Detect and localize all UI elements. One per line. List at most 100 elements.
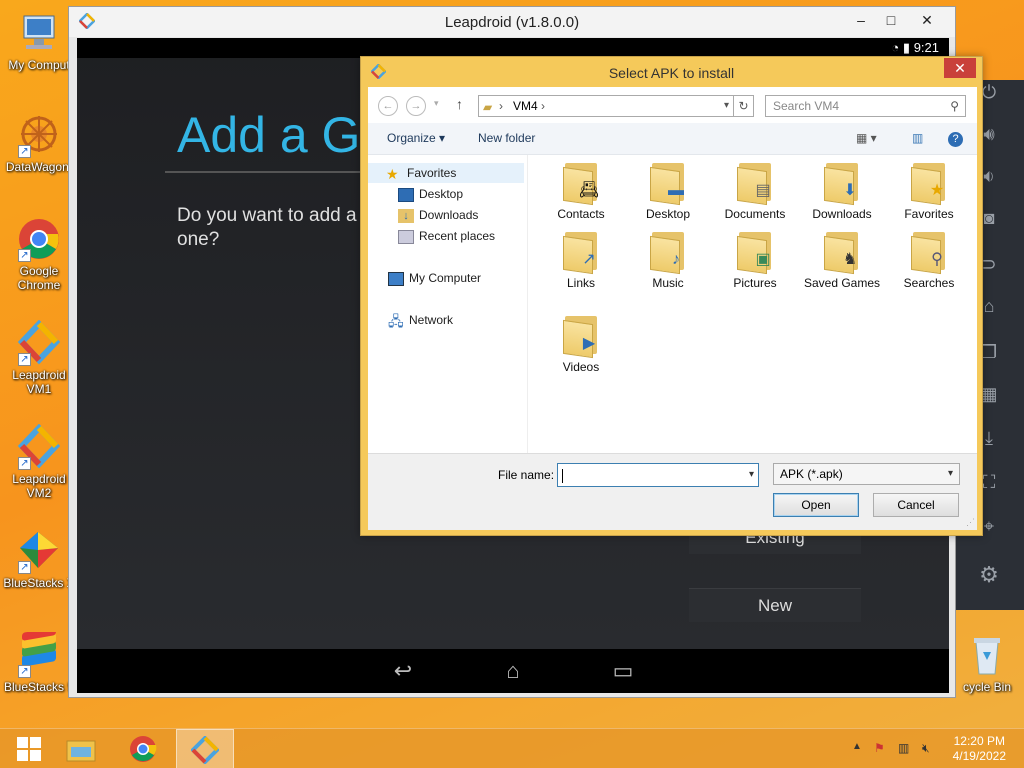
desktop-icon-chrome[interactable]: ↗ Google Chrome [0,216,78,292]
refresh-button[interactable]: ↻ [734,95,754,117]
tree-item-recent-places[interactable]: Recent places [398,226,495,246]
system-clock[interactable]: 12:20 PM 4/19/2022 [953,734,1006,764]
battery-icon: ▮ [902,40,911,55]
folder-item-downloads[interactable]: ⬇ Downloads [799,159,885,221]
leapdroid-icon [190,735,220,765]
tree-item-favorites[interactable]: ★ Favorites [368,163,524,183]
preview-pane-icon[interactable]: ▥ [912,131,923,145]
music-folder-icon: ♪ [672,251,680,268]
search-icon: ⚲ [950,99,959,113]
taskbar-chrome[interactable] [114,729,172,768]
organize-button[interactable]: Organize ▾ [387,131,445,145]
pictures-folder-icon: ▣ [755,251,771,268]
settings-gear-icon[interactable]: ⚙ [974,562,1004,588]
folder-icon: ▰ [483,100,493,114]
address-dropdown-icon[interactable]: ▾ [724,96,729,116]
start-button[interactable] [0,729,58,768]
links-folder-icon: ↗ [582,251,596,268]
back-arrow-icon[interactable]: ← [378,96,398,116]
dialog-close-button[interactable]: ✕ [944,58,976,78]
folder-item-videos[interactable]: ▶ Videos [538,312,624,374]
dialog-title: Select APK to install [608,65,735,81]
tree-item-desktop[interactable]: Desktop [398,184,463,204]
filetype-select[interactable]: APK (*.apk) ▾ [773,463,960,485]
folder-label: Favorites [904,207,954,221]
taskbar-file-explorer[interactable] [52,729,110,768]
up-arrow-icon[interactable]: ↑ [456,96,463,112]
folder-item-desktop[interactable]: ▬ Desktop [625,159,711,221]
folder-label: Contacts [557,207,605,221]
view-options-icon[interactable]: ▦ ▾ [856,131,877,145]
videos-folder-icon: ▶ [582,335,596,352]
recent-locations-chevron-icon[interactable]: ▾ [434,98,439,109]
desktop-icon-bluestacks-x[interactable]: ↗ BlueStacks X [0,528,78,590]
taskbar-leapdroid[interactable] [176,729,234,768]
saved-games-folder-icon: ♞ [842,251,858,268]
folder-item-music[interactable]: ♪ Music [625,228,711,290]
desktop-icon-leapdroid-vm1[interactable]: ↗ Leapdroid VM1 [0,319,78,396]
chrome-icon [130,736,157,762]
folder-label: Desktop [645,207,691,221]
open-button[interactable]: Open [773,493,859,517]
action-center-flag-icon[interactable]: ⚑ [874,741,885,755]
breadcrumb-chevron-icon: › [499,99,503,113]
address-bar[interactable]: ▰ › VM4 › ▾ [478,95,734,117]
volume-muted-icon[interactable]: 🔇︎ [922,741,930,756]
resize-grip-icon[interactable]: ⋰ [966,517,975,528]
folder-item-contacts[interactable]: 📇︎ Contacts [538,159,624,221]
folder-item-saved-games[interactable]: ♞ Saved Games [799,228,885,290]
forward-arrow-icon[interactable]: → [406,96,426,116]
file-explorer-icon [66,740,96,762]
desktop-icon-label: cycle Bin [962,680,1012,694]
folder-label: Saved Games [803,276,881,290]
desktop-icon-my-computer[interactable]: My Comput [0,10,78,72]
star-icon: ★ [386,165,399,182]
tree-label: Downloads [419,208,479,222]
desktop-icon-recycle-bin[interactable]: cycle Bin [948,632,1024,694]
leapdroid-titlebar[interactable]: Leapdroid (v1.8.0.0) – □ ✕ [69,7,955,37]
desktop-icon-label: Leapdroid VM2 [12,472,66,500]
address-row: ← → ▾ ↑ ▰ › VM4 › ▾ ↻ Search VM4 ⚲ [368,87,977,123]
cancel-button[interactable]: Cancel [873,493,959,517]
network-tray-icon[interactable]: ▥ [898,741,909,755]
filename-input[interactable]: ▾ [557,463,759,487]
help-icon[interactable]: ? [948,132,963,147]
folder-item-pictures[interactable]: ▣ Pictures [712,228,798,290]
home-icon[interactable]: ⌂ [493,659,533,683]
tree-item-downloads[interactable]: ↓ Downloads [398,205,478,225]
desktop-icon-label: My Comput [8,58,70,72]
desktop-icon-bluestacks[interactable]: ↗ BlueStacks 5 [0,627,78,694]
windows-logo-icon [17,737,41,761]
folder-item-documents[interactable]: ▤ Documents [712,159,798,221]
datawagon-icon: ↗ [16,112,62,158]
desktop-icon [398,187,414,202]
dialog-footer: File name: ▾ APK (*.apk) ▾ Open Cancel ⋰ [368,453,977,530]
desktop-icon-leapdroid-vm2[interactable]: ↗ Leapdroid VM2 [0,423,78,500]
folder-item-links[interactable]: ↗ Links [538,228,624,290]
tree-item-my-computer[interactable]: My Computer [388,268,481,288]
folder-item-searches[interactable]: ⚲ Searches [886,228,972,290]
shortcut-arrow-icon: ↗ [18,353,31,366]
folder-label: Music [652,276,684,290]
desktop-icon-datawagon[interactable]: ↗ DataWagon. [0,112,78,174]
dialog-body: ← → ▾ ↑ ▰ › VM4 › ▾ ↻ Search VM4 ⚲ Organ… [368,87,977,530]
folder-label: Pictures [733,276,777,290]
recent-places-icon [398,229,414,244]
back-icon[interactable]: ↩ [383,659,423,683]
show-hidden-icons[interactable]: ▲ [852,741,862,752]
folder-label: Documents [724,207,786,221]
downloads-icon: ↓ [398,208,414,223]
folder-item-favorites[interactable]: ★ Favorites [886,159,972,221]
shortcut-arrow-icon: ↗ [18,145,31,158]
filename-dropdown-icon[interactable]: ▾ [749,464,754,486]
tree-item-network[interactable]: 🖧 Network [388,310,453,330]
android-status-bar: ◔ ▮ 9:21 [77,38,949,58]
new-button[interactable]: New [689,588,861,622]
close-button[interactable]: ✕ [905,9,949,31]
search-input[interactable]: Search VM4 ⚲ [765,95,966,117]
new-folder-button[interactable]: New folder [478,131,535,145]
setup-question: Do you want to add a one? [177,205,357,250]
recents-icon[interactable]: ▭ [603,659,643,683]
tree-label: Desktop [419,187,464,201]
folder-label: Searches [903,276,955,290]
